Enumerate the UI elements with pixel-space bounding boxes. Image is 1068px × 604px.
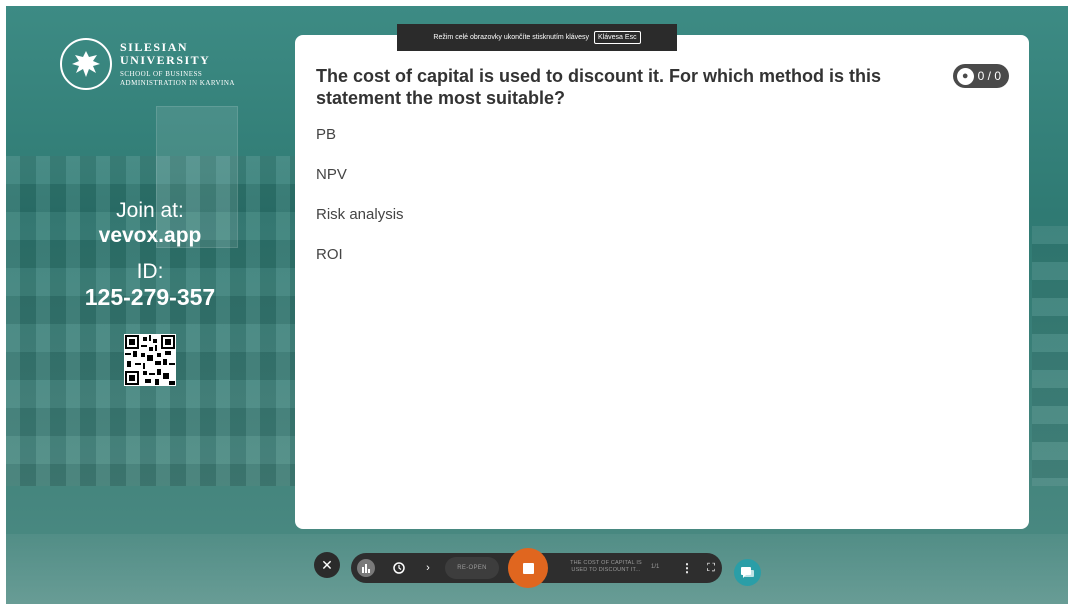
response-counter: ● 0 / 0	[952, 64, 1009, 88]
more-options-button[interactable]: ⋮	[681, 560, 693, 576]
messages-button[interactable]	[734, 559, 761, 586]
current-question-title-line-1: THE COST OF CAPITAL IS	[570, 560, 642, 566]
option-2: NPV	[316, 166, 347, 183]
reopen-button[interactable]: RE-OPEN	[445, 557, 499, 579]
session-id: 125-279-357	[84, 284, 216, 310]
current-question-title: THE COST OF CAPITAL IS USED TO DISCOUNT …	[561, 560, 651, 574]
fullscreen-icon: ⛶	[707, 561, 715, 574]
timer-button[interactable]	[391, 560, 407, 576]
option-1: PB	[316, 126, 337, 143]
question-card: The cost of capital is used to discount …	[295, 35, 1029, 529]
current-question-title-line-2: USED TO DISCOUNT IT...	[571, 567, 641, 573]
fullscreen-notice: Režim celé obrazovky ukončíte stisknutím…	[397, 24, 677, 51]
id-label: ID:	[136, 260, 164, 283]
join-panel: Join at: vevox.app ID: 125-279-357	[0, 198, 300, 310]
clock-icon	[393, 562, 405, 574]
join-label: Join at:	[116, 199, 184, 222]
next-button[interactable]: ›	[420, 560, 436, 576]
close-icon: ✕	[321, 556, 333, 573]
presenter-toolbar: › RE-OPEN THE COST OF CAPITAL IS USED TO…	[351, 548, 722, 588]
people-icon: ●	[956, 67, 974, 85]
bar-chart-icon	[362, 563, 370, 573]
eagle-emblem-icon	[60, 38, 112, 90]
building-photo-right	[1032, 226, 1068, 486]
logo-line-3: SCHOOL OF BUSINESS	[120, 69, 203, 78]
more-vertical-icon: ⋮	[681, 561, 693, 575]
escape-key-hint: Klávesa Esc	[594, 31, 641, 44]
logo-line-1: SILESIAN	[120, 39, 189, 54]
response-count: 0 / 0	[977, 69, 1001, 83]
qr-code	[124, 334, 176, 386]
close-button[interactable]: ✕	[314, 552, 340, 578]
answer-options: PB NPV Risk analysis ROI	[316, 125, 404, 285]
question-text: The cost of capital is used to discount …	[316, 66, 882, 108]
logo-line-4: ADMINISTRATION IN KARVINA	[120, 78, 235, 87]
stop-icon	[522, 562, 534, 574]
slide-counter: 1/1	[651, 564, 660, 570]
results-chart-button[interactable]	[357, 559, 375, 577]
university-logo: SILESIAN UNIVERSITY SCHOOL OF BUSINESS A…	[60, 38, 235, 90]
option-3: Risk analysis	[316, 206, 404, 223]
join-url: vevox.app	[98, 224, 202, 247]
chevron-right-icon: ›	[426, 562, 430, 574]
logo-line-2: UNIVERSITY	[120, 52, 211, 67]
message-icon	[741, 566, 754, 578]
option-4: ROI	[316, 246, 343, 263]
fullscreen-button[interactable]: ⛶	[704, 560, 718, 576]
fullscreen-notice-text: Režim celé obrazovky ukončíte stisknutím…	[433, 34, 590, 41]
logo-text: SILESIAN UNIVERSITY SCHOOL OF BUSINESS A…	[120, 39, 235, 88]
stop-button[interactable]	[508, 548, 548, 588]
